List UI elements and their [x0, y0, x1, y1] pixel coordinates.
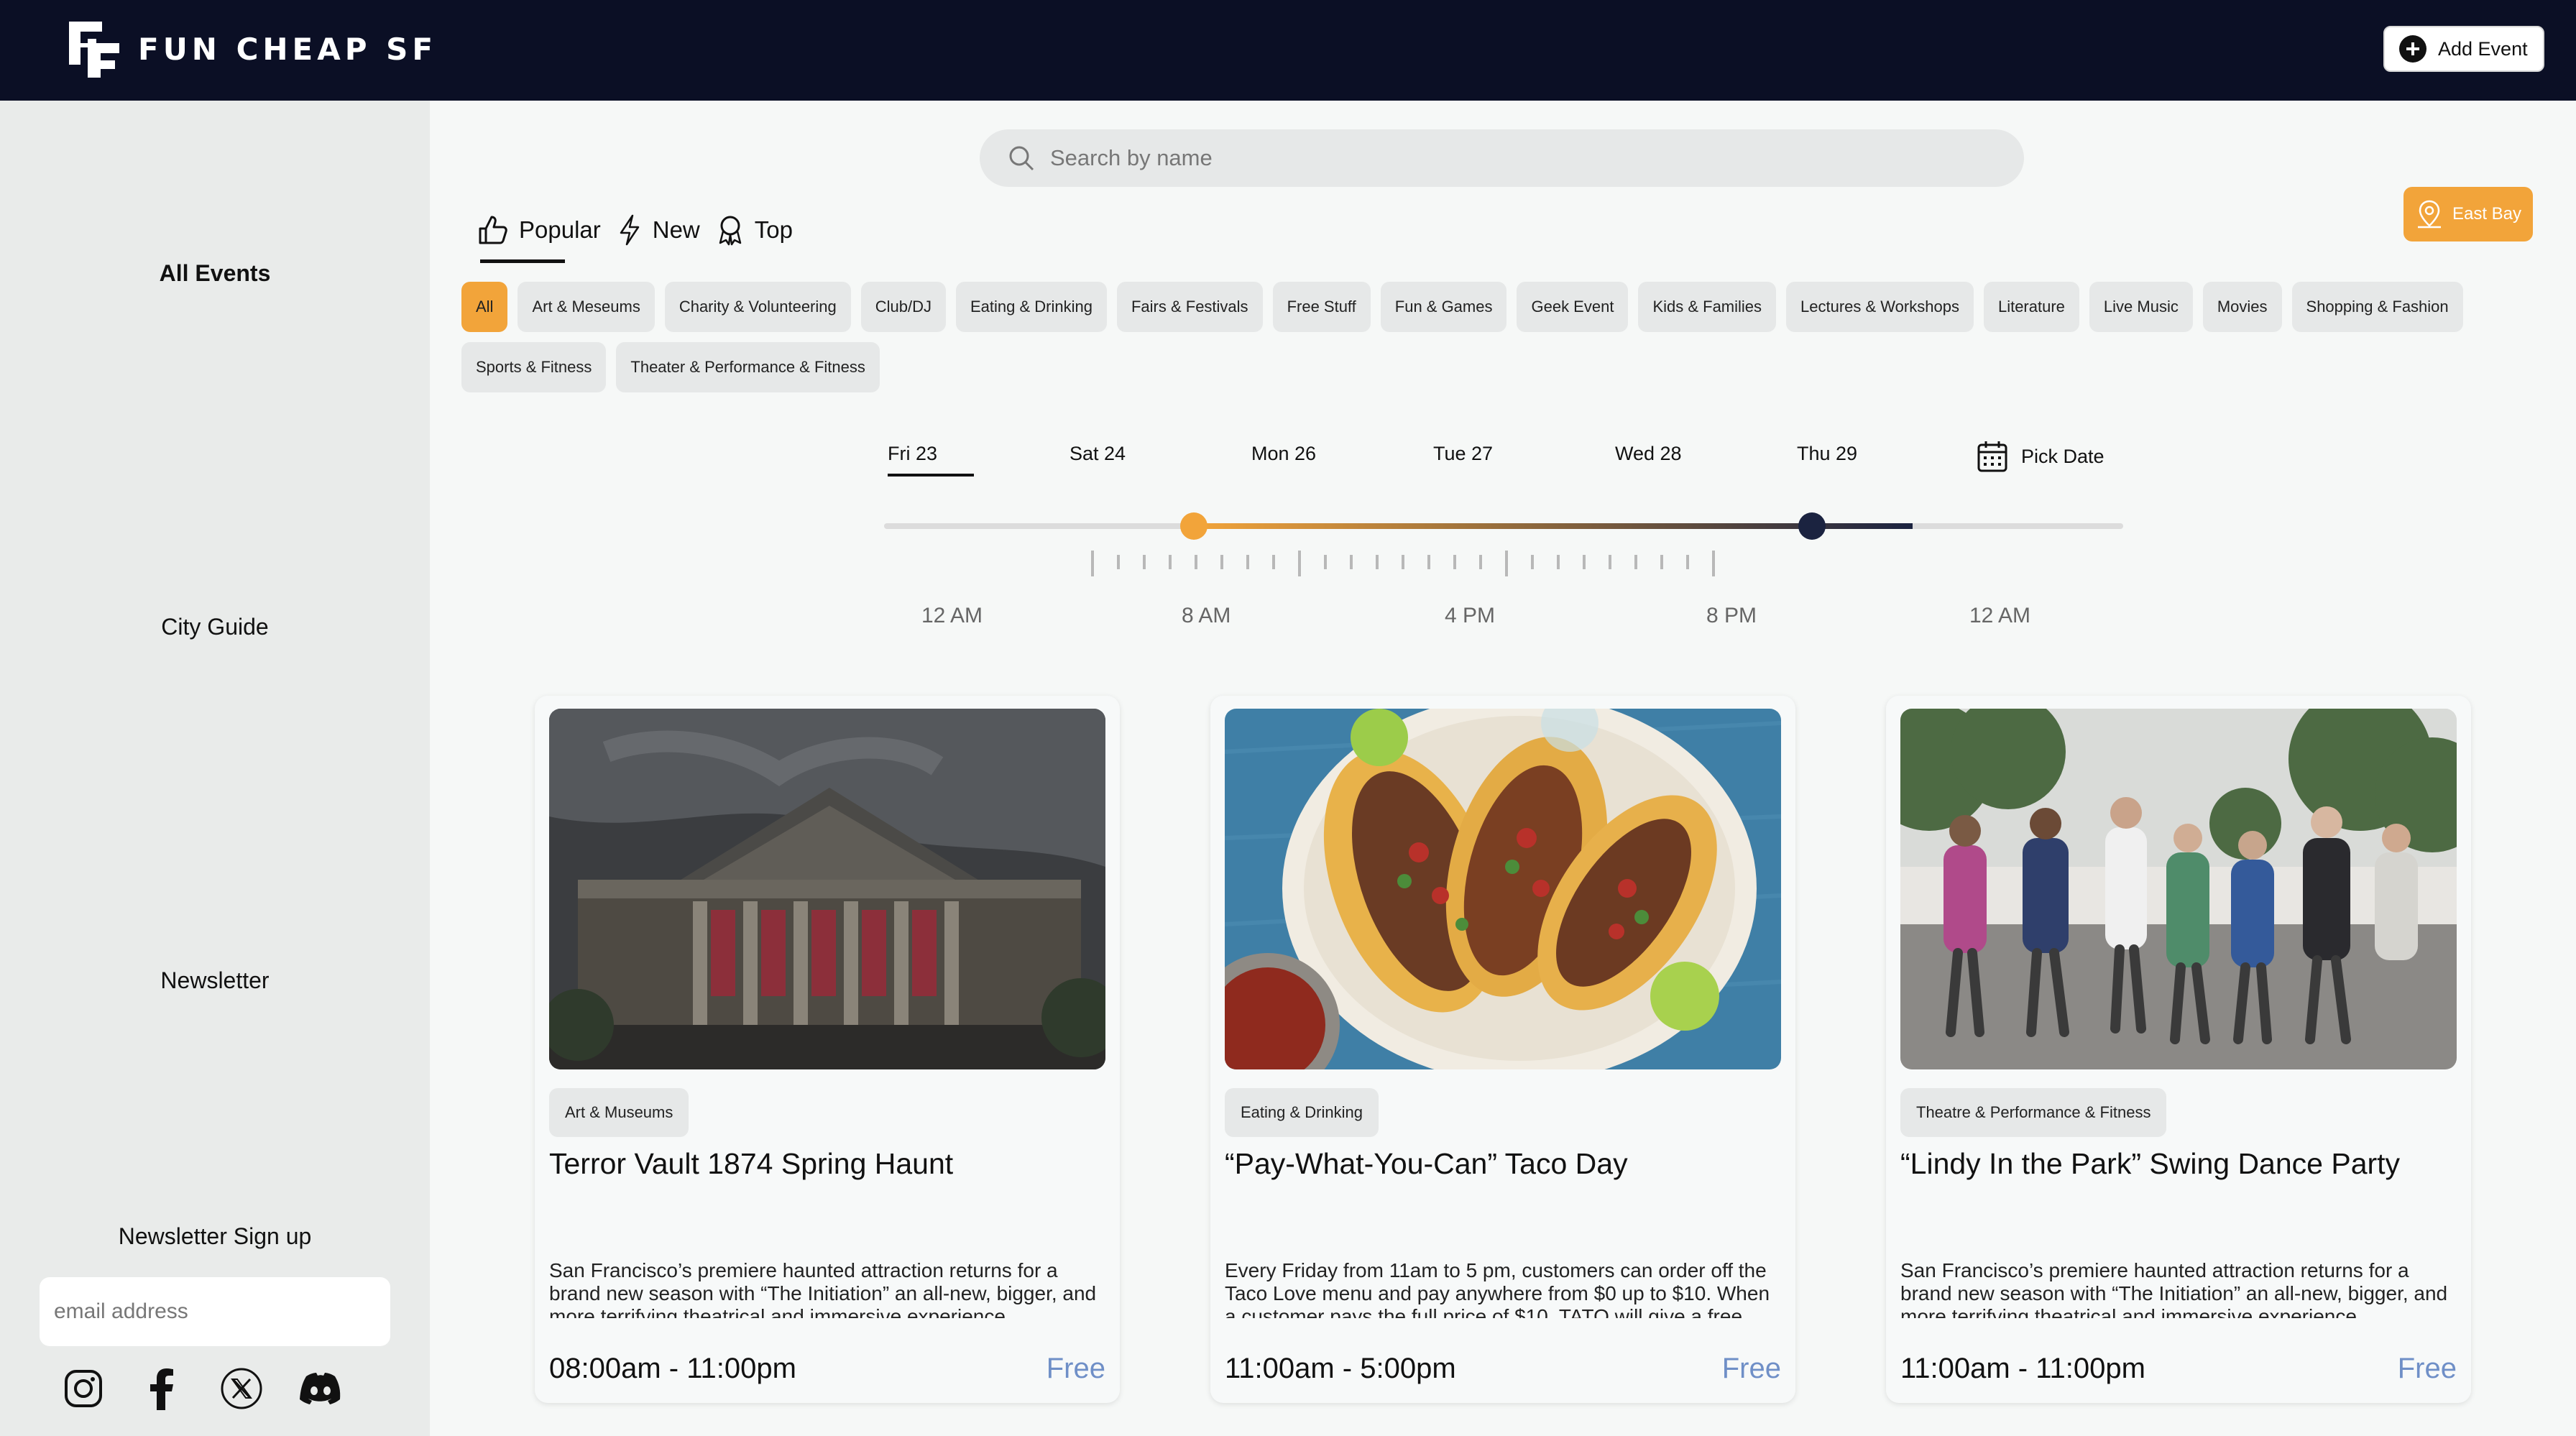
event-price: Free: [2397, 1353, 2457, 1384]
pick-date-button[interactable]: Pick Date: [1977, 440, 2104, 473]
category-chip[interactable]: Free Stuff: [1272, 282, 1371, 332]
location-label: East Bay: [2452, 204, 2522, 224]
day-tab[interactable]: Mon 26: [1251, 443, 1316, 465]
email-field[interactable]: [40, 1277, 390, 1346]
sidebar-item-newsletter[interactable]: Newsletter: [0, 967, 430, 994]
location-pin-icon: [2417, 200, 2441, 229]
day-tab[interactable]: Thu 29: [1797, 443, 1857, 465]
category-chip[interactable]: Geek Event: [1517, 282, 1629, 332]
category-chip[interactable]: Live Music: [2089, 282, 2193, 332]
thumbs-up-icon: [479, 216, 507, 244]
facebook-icon[interactable]: [141, 1367, 184, 1410]
sidebar-item-city-guide[interactable]: City Guide: [0, 614, 430, 640]
day-selector: Fri 23 Sat 24 Mon 26 Tue 27 Wed 28 Thu 2…: [888, 437, 2124, 480]
event-category-tag[interactable]: Art & Museums: [549, 1088, 689, 1137]
category-chip[interactable]: Fun & Games: [1380, 282, 1507, 332]
category-chip[interactable]: Art & Meseums: [518, 282, 655, 332]
event-description: Every Friday from 11am to 5 pm, customer…: [1225, 1259, 1770, 1318]
social-links: [62, 1367, 342, 1410]
event-title[interactable]: “Lindy In the Park” Swing Dance Party: [1900, 1147, 2454, 1181]
day-tab[interactable]: Sat 24: [1070, 443, 1126, 465]
top-bar: FUN CHEAP SF Add Event: [0, 0, 2576, 101]
x-icon[interactable]: [220, 1367, 263, 1410]
tab-new-label: New: [652, 216, 700, 243]
event-image: [1900, 709, 2457, 1069]
category-chip[interactable]: Theater & Performance & Fitness: [616, 342, 880, 392]
category-chip[interactable]: Eating & Drinking: [955, 282, 1107, 332]
brand-name: FUN CHEAP SF: [138, 31, 438, 67]
category-chip-all[interactable]: All: [461, 282, 508, 332]
slider-start-handle[interactable]: [1180, 512, 1208, 540]
tab-popular[interactable]: Popular: [477, 210, 601, 263]
newsletter-title: Newsletter Sign up: [118, 1223, 312, 1249]
calendar-icon: [1977, 441, 2007, 472]
sidebar-item-all-events[interactable]: All Events: [0, 260, 430, 287]
search-input[interactable]: [1050, 145, 1984, 171]
event-time: 08:00am - 11:00pm: [549, 1353, 796, 1384]
pick-date-label: Pick Date: [2021, 445, 2104, 467]
tab-new[interactable]: New: [617, 210, 700, 250]
event-title[interactable]: Terror Vault 1874 Spring Haunt: [549, 1147, 1103, 1181]
time-label: 12 AM: [921, 604, 983, 627]
day-tab[interactable]: Tue 27: [1433, 443, 1493, 465]
category-chips: All Art & Meseums Charity & Volunteering…: [461, 282, 2546, 392]
event-card[interactable]: Eating & Drinking “Pay-What-You-Can” Tac…: [1210, 696, 1795, 1403]
discord-icon[interactable]: [299, 1367, 342, 1410]
category-chip[interactable]: Club/DJ: [860, 282, 946, 332]
category-chip[interactable]: Charity & Volunteering: [664, 282, 851, 332]
category-chip[interactable]: Shopping & Fashion: [2291, 282, 2463, 332]
time-range-slider[interactable]: [877, 503, 2128, 582]
add-event-label: Add Event: [2438, 37, 2528, 60]
event-card[interactable]: Theatre & Performance & Fitness “Lindy I…: [1886, 696, 2471, 1403]
search-icon: [1009, 146, 1034, 171]
slider-ticks: [1091, 551, 1715, 576]
tab-top[interactable]: Top: [716, 210, 793, 250]
time-label: 8 PM: [1706, 604, 1757, 627]
event-time: 11:00am - 5:00pm: [1225, 1353, 1456, 1384]
tab-popular-label: Popular: [519, 216, 601, 243]
day-tab[interactable]: Fri 23: [888, 443, 975, 477]
category-chip[interactable]: Movies: [2202, 282, 2282, 332]
search-bar: [980, 129, 2024, 187]
event-description: San Francisco’s premiere haunted attract…: [1900, 1259, 2448, 1318]
event-image: [549, 709, 1105, 1069]
event-title[interactable]: “Pay-What-You-Can” Taco Day: [1225, 1147, 1778, 1181]
category-chip[interactable]: Sports & Fitness: [461, 342, 607, 392]
event-card[interactable]: Art & Museums Terror Vault 1874 Spring H…: [535, 696, 1120, 1403]
event-time: 11:00am - 11:00pm: [1900, 1353, 2145, 1384]
add-event-button[interactable]: Add Event: [2383, 26, 2544, 72]
sort-tabs: Popular New Top: [477, 210, 809, 263]
tab-top-label: Top: [754, 216, 793, 243]
location-button[interactable]: East Bay: [2404, 187, 2533, 241]
event-category-tag[interactable]: Eating & Drinking: [1225, 1088, 1379, 1137]
lightning-icon: [620, 214, 639, 246]
event-price: Free: [1046, 1353, 1105, 1384]
sidebar: All Events City Guide Newsletter Newslet…: [0, 101, 430, 1436]
time-label: 8 AM: [1182, 604, 1231, 627]
event-description: San Francisco’s premiere haunted attract…: [549, 1259, 1097, 1318]
event-image: [1225, 709, 1781, 1069]
plus-circle-icon: [2399, 35, 2426, 63]
category-chip[interactable]: Fairs & Festivals: [1116, 282, 1263, 332]
award-icon: [719, 216, 742, 246]
logo[interactable]: FUN CHEAP SF: [59, 14, 437, 83]
category-chip[interactable]: Literature: [1983, 282, 2079, 332]
instagram-icon[interactable]: [62, 1367, 105, 1410]
event-price: Free: [1721, 1353, 1781, 1384]
time-label: 4 PM: [1445, 604, 1496, 627]
time-label: 12 AM: [1969, 604, 2031, 627]
category-chip[interactable]: Kids & Families: [1638, 282, 1777, 332]
slider-end-handle[interactable]: [1798, 512, 1826, 540]
day-tab[interactable]: Wed 28: [1615, 443, 1682, 465]
logo-mark-icon: [69, 22, 119, 78]
category-chip[interactable]: Lectures & Workshops: [1786, 282, 1974, 332]
event-category-tag[interactable]: Theatre & Performance & Fitness: [1900, 1088, 2167, 1137]
